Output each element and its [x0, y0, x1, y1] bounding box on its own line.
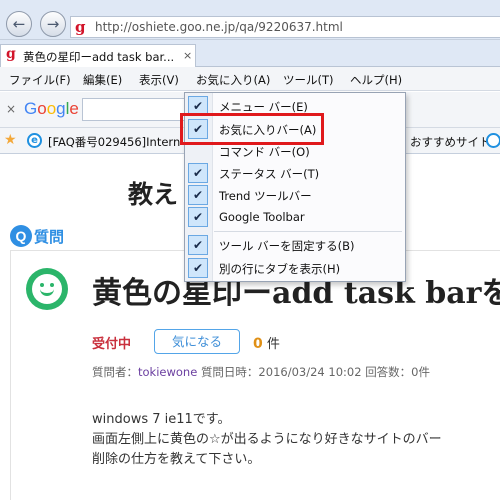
- menu-file[interactable]: ファイル(F): [9, 72, 71, 88]
- menu-item-tabs-separate-row[interactable]: ✔ 別の行にタブを表示(H): [185, 257, 405, 279]
- checkmark-icon: ✔: [188, 163, 208, 183]
- menu-item-status-bar[interactable]: ✔ ステータス バー(T): [185, 162, 405, 184]
- forward-button[interactable]: →: [40, 11, 66, 37]
- tab-close-icon[interactable]: ×: [183, 49, 192, 62]
- menu-edit[interactable]: 編集(E): [83, 72, 122, 88]
- annotation-highlight-box: [180, 113, 324, 145]
- menu-bar: ファイル(F) 編集(E) 表示(V) お気に入り(A) ツール(T) ヘルプ(…: [0, 67, 500, 91]
- address-bar[interactable]: g http://oshiete.goo.ne.jp/qa/9220637.ht…: [70, 16, 500, 38]
- tab-active[interactable]: g 黄色の星印ーadd task bar... ×: [0, 44, 196, 67]
- section-label: 質問: [34, 228, 65, 246]
- menu-help[interactable]: ヘルプ(H): [350, 72, 402, 88]
- follow-count: 0 件: [253, 336, 280, 352]
- checkmark-icon: ✔: [188, 258, 208, 278]
- status-badge: 受付中: [92, 337, 132, 352]
- follow-button[interactable]: 気になる: [154, 329, 240, 354]
- question-meta: 質問者：tokiewone 質問日時：2016/03/24 10:02 回答数：…: [92, 365, 431, 379]
- browser-window: ← → g http://oshiete.goo.ne.jp/qa/922063…: [0, 0, 500, 500]
- google-search-input[interactable]: [82, 98, 192, 121]
- goo-favicon-icon: g: [75, 18, 86, 36]
- menu-item-trend-toolbar[interactable]: ✔ Trend ツールバー: [185, 184, 405, 206]
- arrow-left-icon: ←: [12, 15, 26, 33]
- address-url[interactable]: http://oshiete.goo.ne.jp/qa/9220637.html: [95, 20, 343, 34]
- question-badge-icon: Q: [10, 225, 32, 247]
- user-avatar-smiley-icon: [26, 268, 68, 310]
- site-title: 教え: [128, 180, 179, 209]
- arrow-right-icon: →: [46, 15, 60, 33]
- close-icon[interactable]: ×: [6, 102, 16, 116]
- menu-separator: [214, 231, 402, 232]
- menu-item-lock-toolbars[interactable]: ✔ ツール バーを固定する(B): [185, 234, 405, 256]
- checkmark-icon: ✔: [188, 185, 208, 205]
- ie-icon: e: [27, 133, 42, 148]
- ie-icon: [486, 133, 500, 148]
- question-body: windows 7 ie11です。 画面左側上に黄色の☆が出るようになり好きなサ…: [92, 412, 442, 467]
- address-row: ← → g http://oshiete.goo.ne.jp/qa/922063…: [0, 0, 500, 40]
- checkmark-icon: ✔: [188, 235, 208, 255]
- menu-favorites[interactable]: お気に入り(A): [196, 72, 270, 88]
- asker-link[interactable]: tokiewone: [138, 365, 197, 379]
- goo-favicon-icon: g: [6, 46, 16, 62]
- question-section-header: Q 質問: [10, 225, 210, 247]
- tab-strip: g 黄色の星印ーadd task bar... ×: [0, 40, 500, 67]
- favorite-link[interactable]: [FAQ番号029456]Intern: [48, 134, 180, 150]
- menu-tools[interactable]: ツール(T): [283, 72, 334, 88]
- google-logo: Google: [24, 99, 79, 118]
- back-button[interactable]: ←: [6, 11, 32, 37]
- checkmark-icon: ✔: [188, 207, 208, 227]
- menu-view[interactable]: 表示(V): [139, 72, 179, 88]
- menu-item-google-toolbar[interactable]: ✔ Google Toolbar: [185, 206, 405, 228]
- tab-title: 黄色の星印ーadd task bar...: [23, 50, 175, 64]
- favorites-star-icon[interactable]: ★: [4, 132, 17, 148]
